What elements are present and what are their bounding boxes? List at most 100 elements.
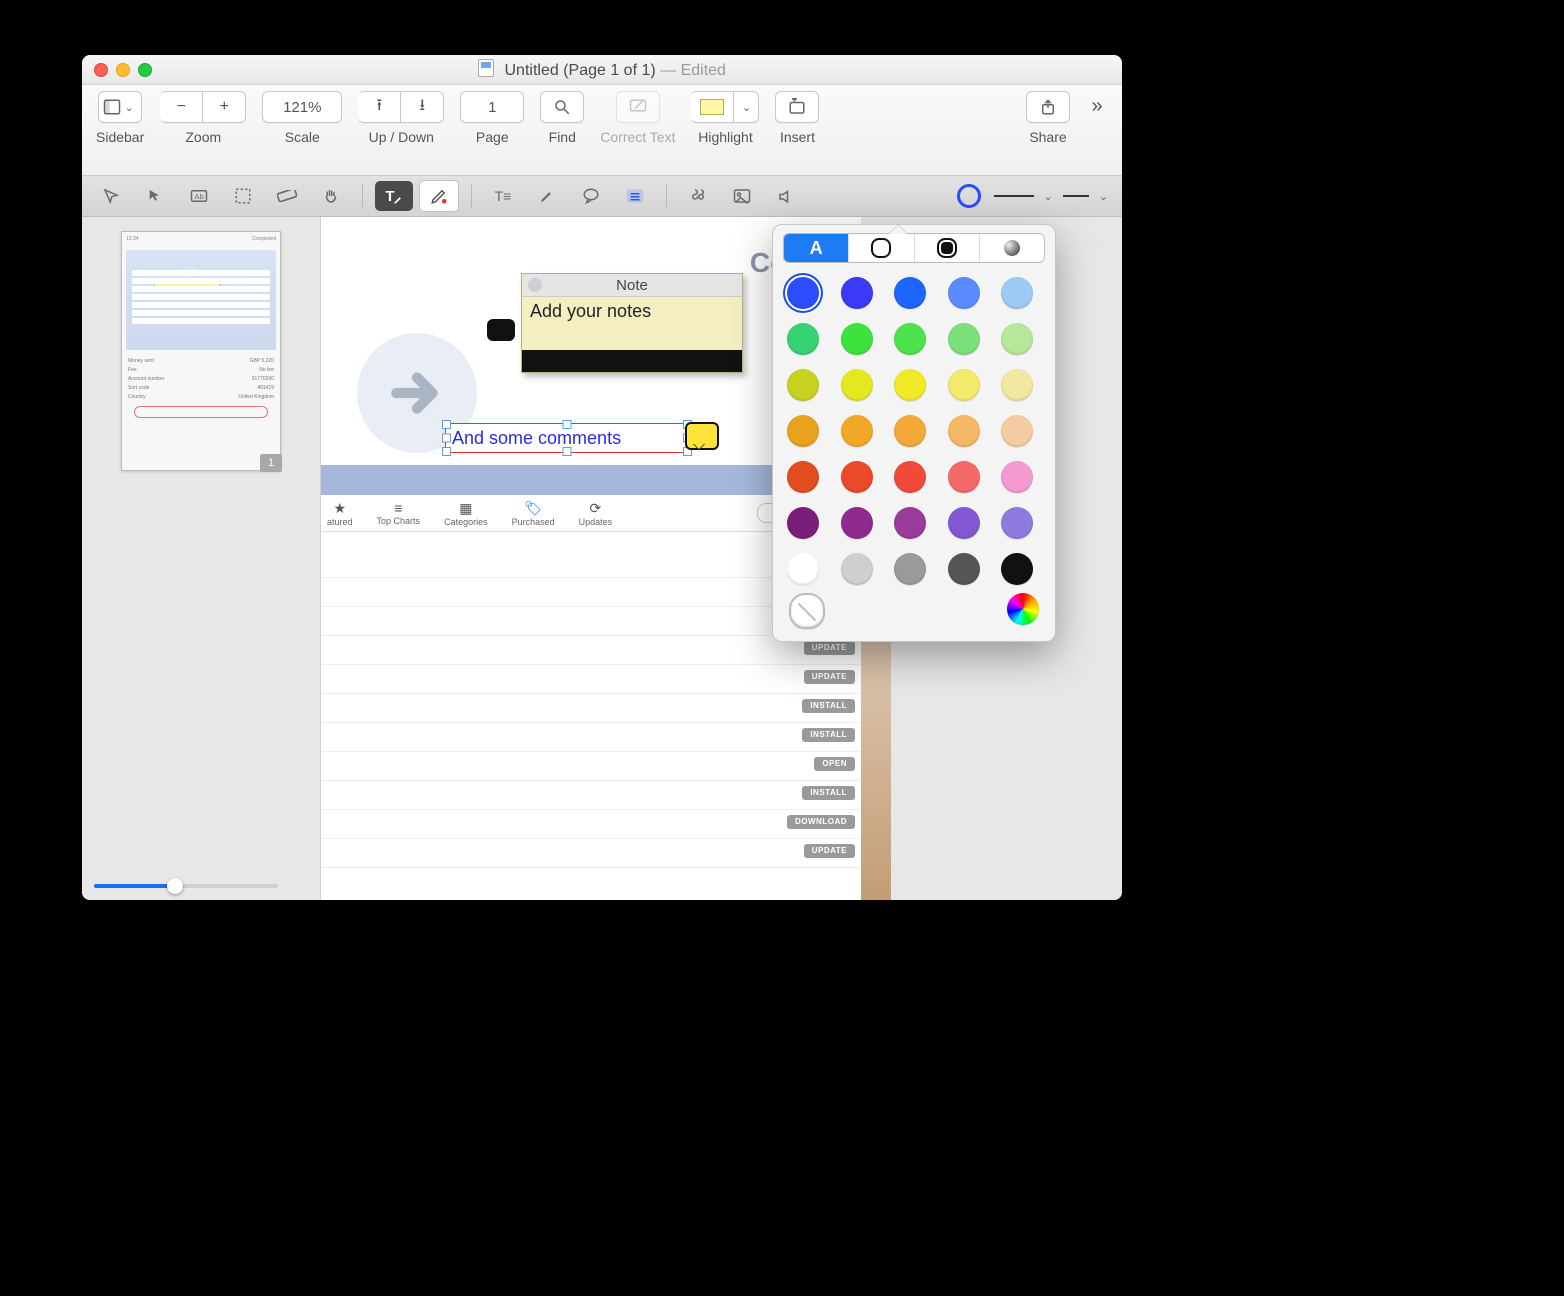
row-action-button[interactable]: INSTALL xyxy=(802,728,855,742)
color-swatch[interactable] xyxy=(948,553,980,585)
color-swatch[interactable] xyxy=(841,369,873,401)
highlight-menu-button[interactable]: ⌄ xyxy=(734,91,759,123)
page-field[interactable]: 1 xyxy=(460,91,524,123)
row-action-button[interactable]: OPEN xyxy=(814,757,855,771)
text-style-tool[interactable]: T≡ xyxy=(484,181,522,211)
sidebar-toggle-button[interactable]: ⌄ xyxy=(98,91,142,123)
page-down-button[interactable]: ⭳ xyxy=(401,91,444,123)
color-swatch[interactable] xyxy=(787,553,819,585)
comment-tool[interactable] xyxy=(572,181,610,211)
resize-handle[interactable] xyxy=(563,447,572,456)
color-swatch[interactable] xyxy=(787,277,819,309)
row-action-button[interactable]: UPDATE xyxy=(804,844,855,858)
audio-tool[interactable] xyxy=(767,181,805,211)
tab-updates[interactable]: ⟳Updates xyxy=(579,500,613,527)
row-action-button[interactable]: DOWNLOAD xyxy=(787,815,855,829)
line-style-picker[interactable]: ⌄ xyxy=(994,190,1057,203)
zoom-out-button[interactable]: − xyxy=(160,91,203,123)
color-swatch[interactable] xyxy=(787,507,819,539)
color-swatch[interactable] xyxy=(1001,323,1033,355)
seg-filled[interactable] xyxy=(914,234,979,262)
resize-handle[interactable] xyxy=(442,434,451,443)
color-swatch[interactable] xyxy=(841,507,873,539)
line-weight-picker[interactable]: ⌄ xyxy=(1063,190,1112,203)
highlight-button[interactable] xyxy=(691,91,734,123)
color-swatch[interactable] xyxy=(948,507,980,539)
row-action-button[interactable]: UPDATE xyxy=(804,641,855,655)
toolbar-label-scale: Scale xyxy=(285,129,320,145)
crop-tool[interactable] xyxy=(224,181,262,211)
ruler-tool[interactable] xyxy=(268,181,306,211)
resize-handle[interactable] xyxy=(442,420,451,429)
tab-categories[interactable]: ▦Categories xyxy=(444,500,488,527)
color-swatch[interactable] xyxy=(1001,553,1033,585)
select-tool[interactable] xyxy=(136,181,174,211)
color-swatch[interactable] xyxy=(894,369,926,401)
seg-outline[interactable] xyxy=(848,234,913,262)
color-swatch[interactable] xyxy=(894,415,926,447)
stamp-tool[interactable] xyxy=(679,181,717,211)
color-swatch[interactable] xyxy=(787,415,819,447)
image-tool[interactable] xyxy=(723,181,761,211)
page-up-button[interactable]: ⭱ xyxy=(358,91,401,123)
text-select-tool[interactable]: Ab xyxy=(180,181,218,211)
color-swatch[interactable] xyxy=(948,323,980,355)
toolbar-overflow-button[interactable]: » xyxy=(1086,91,1108,118)
comment-bubble-icon[interactable] xyxy=(685,422,719,450)
note-close-icon[interactable] xyxy=(528,278,542,292)
color-swatch[interactable] xyxy=(787,369,819,401)
circle-outline-icon xyxy=(871,238,891,258)
text-cursor-tool[interactable] xyxy=(92,181,130,211)
color-swatch[interactable] xyxy=(1001,277,1033,309)
zoom-in-button[interactable]: + xyxy=(203,91,246,123)
color-swatch[interactable] xyxy=(841,323,873,355)
no-color-swatch[interactable] xyxy=(789,593,825,629)
color-swatch[interactable] xyxy=(1001,369,1033,401)
find-button[interactable] xyxy=(540,91,584,123)
slider-knob[interactable] xyxy=(167,878,183,894)
text-annotation-tool[interactable]: T xyxy=(375,181,413,211)
color-swatch[interactable] xyxy=(841,461,873,493)
comment-text-box[interactable]: And some comments xyxy=(445,423,689,453)
seg-sphere[interactable] xyxy=(979,234,1044,262)
color-swatch[interactable] xyxy=(894,323,926,355)
color-swatch[interactable] xyxy=(948,277,980,309)
tab-featured[interactable]: ★atured xyxy=(327,500,353,527)
color-swatch[interactable] xyxy=(841,553,873,585)
stroke-color-button[interactable] xyxy=(950,181,988,211)
resize-handle[interactable] xyxy=(563,420,572,429)
color-swatch[interactable] xyxy=(1001,415,1033,447)
thumbnail-zoom-slider[interactable] xyxy=(94,877,278,895)
color-swatch[interactable] xyxy=(894,461,926,493)
color-fill-tool[interactable] xyxy=(419,180,459,212)
color-swatch[interactable] xyxy=(841,415,873,447)
pan-tool[interactable] xyxy=(312,181,350,211)
page-thumbnail[interactable]: 12:34Completed Money sentGBP 5,220 FeeNo… xyxy=(121,231,281,471)
color-swatch[interactable] xyxy=(894,277,926,309)
color-swatch[interactable] xyxy=(948,369,980,401)
color-swatch[interactable] xyxy=(787,323,819,355)
color-swatch[interactable] xyxy=(948,415,980,447)
tab-purchased[interactable]: 🏷Purchased xyxy=(512,500,555,527)
note-body[interactable]: Add your notes xyxy=(522,297,742,350)
color-swatch[interactable] xyxy=(1001,461,1033,493)
color-swatch[interactable] xyxy=(1001,507,1033,539)
list-tool[interactable] xyxy=(616,181,654,211)
tab-top-charts[interactable]: ≡Top Charts xyxy=(377,500,421,526)
highlighter-tool[interactable] xyxy=(528,181,566,211)
color-swatch[interactable] xyxy=(894,553,926,585)
seg-text-color[interactable]: A xyxy=(784,234,848,262)
resize-handle[interactable] xyxy=(442,447,451,456)
row-action-button[interactable]: UPDATE xyxy=(804,670,855,684)
color-swatch[interactable] xyxy=(841,277,873,309)
color-swatch[interactable] xyxy=(787,461,819,493)
row-action-button[interactable]: INSTALL xyxy=(802,699,855,713)
sticky-note[interactable]: Note Add your notes xyxy=(521,273,743,373)
color-swatch[interactable] xyxy=(894,507,926,539)
scale-field[interactable]: 121% xyxy=(262,91,342,123)
color-wheel-button[interactable] xyxy=(1007,593,1039,625)
share-button[interactable] xyxy=(1026,91,1070,123)
color-swatch[interactable] xyxy=(948,461,980,493)
insert-button[interactable]: + xyxy=(775,91,819,123)
row-action-button[interactable]: INSTALL xyxy=(802,786,855,800)
